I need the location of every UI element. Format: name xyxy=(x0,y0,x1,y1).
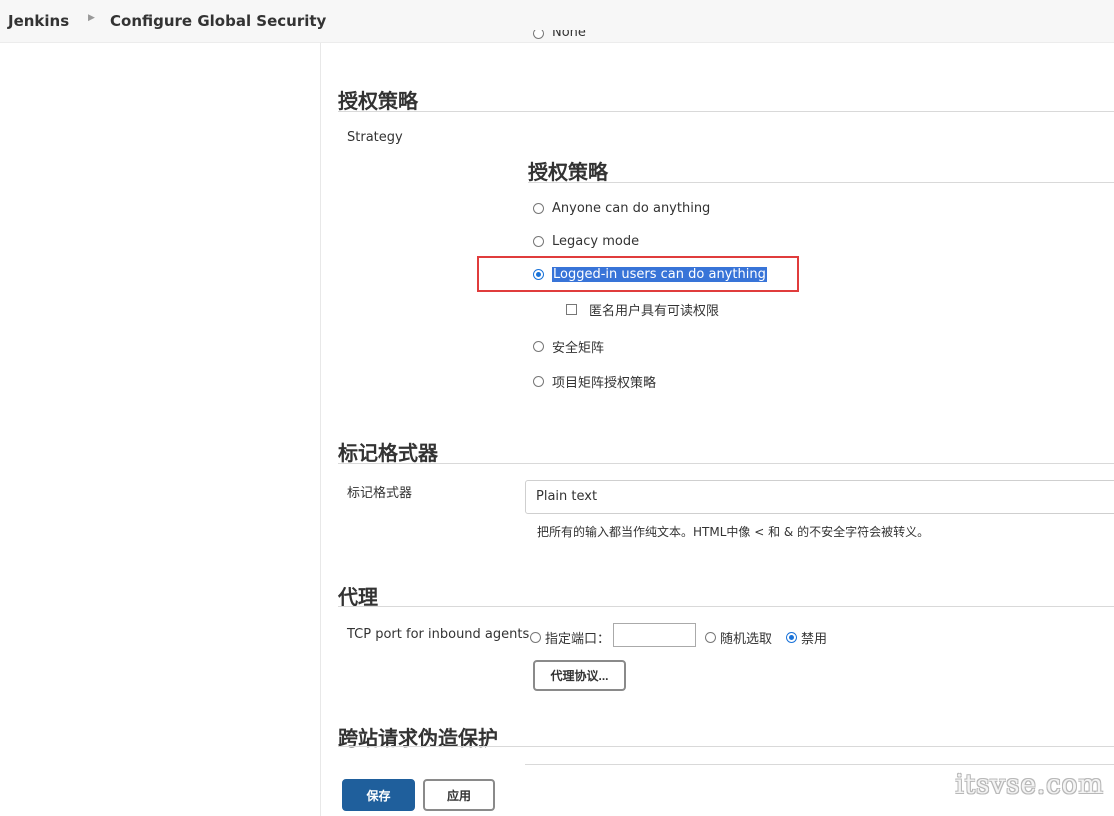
strategy-label: Strategy xyxy=(347,130,403,145)
authorization-inner-title: 授权策略 xyxy=(528,160,608,184)
tcp-port-fixed-option[interactable]: 指定端口： xyxy=(530,628,610,647)
radio-icon[interactable] xyxy=(533,376,544,387)
anonymous-read-checkbox-row[interactable]: 匿名用户具有可读权限 xyxy=(566,300,719,319)
radio-icon[interactable] xyxy=(533,236,544,247)
section-divider xyxy=(525,764,1114,765)
side-panel xyxy=(0,43,321,816)
agent-protocols-button[interactable]: 代理协议... xyxy=(533,660,626,691)
watermark-logo: itsvse.com xyxy=(955,770,1104,800)
markup-section-title: 标记格式器 xyxy=(338,441,438,465)
section-divider xyxy=(338,111,1114,112)
tcp-port-fixed-label: 指定端口： xyxy=(545,632,611,647)
auth-option-label: 安全矩阵 xyxy=(552,341,605,356)
breadcrumb-home-link[interactable]: Jenkins xyxy=(8,12,69,30)
markup-formatter-label: 标记格式器 xyxy=(347,486,413,501)
tcp-port-label: TCP port for inbound agents xyxy=(347,627,530,642)
radio-icon[interactable] xyxy=(533,341,544,352)
section-divider xyxy=(338,606,1114,607)
section-divider xyxy=(528,182,1114,183)
highlight-annotation xyxy=(477,256,799,292)
radio-icon[interactable] xyxy=(705,632,716,643)
auth-option-project-matrix[interactable]: 项目矩阵授权策略 xyxy=(533,372,656,391)
radio-icon[interactable] xyxy=(533,30,544,39)
apply-button[interactable]: 应用 xyxy=(423,779,495,811)
checkbox-icon[interactable] xyxy=(566,304,577,315)
tcp-port-random-option[interactable]: 随机选取 xyxy=(705,628,772,647)
breadcrumb-current[interactable]: Configure Global Security xyxy=(110,12,326,30)
section-divider xyxy=(338,746,1114,747)
auth-option-anyone[interactable]: Anyone can do anything xyxy=(533,201,710,216)
auth-option-label: Anyone can do anything xyxy=(552,201,711,216)
radio-icon[interactable] xyxy=(530,632,541,643)
auth-option-label: Legacy mode xyxy=(552,234,640,249)
tcp-port-random-label: 随机选取 xyxy=(720,632,773,647)
auth-option-matrix[interactable]: 安全矩阵 xyxy=(533,337,604,356)
markup-formatter-select[interactable]: Plain text xyxy=(525,480,1114,514)
radio-icon[interactable] xyxy=(533,203,544,214)
anonymous-read-label: 匿名用户具有可读权限 xyxy=(589,304,720,319)
tcp-port-disable-label: 禁用 xyxy=(801,632,828,647)
save-button[interactable]: 保存 xyxy=(342,779,415,811)
security-realm-option-none[interactable]: None xyxy=(533,30,586,44)
authorization-section-title: 授权策略 xyxy=(338,89,418,113)
tcp-port-input[interactable] xyxy=(613,623,696,647)
tcp-port-disable-option[interactable]: 禁用 xyxy=(786,628,827,647)
radio-selected-icon[interactable] xyxy=(786,632,797,643)
section-divider xyxy=(338,463,1114,464)
chevron-right-icon: ▶ xyxy=(88,13,95,23)
markup-description: 把所有的输入都当作纯文本。HTML中像 < 和 & 的不安全字符会被转义。 xyxy=(537,525,930,539)
auth-option-label: 项目矩阵授权策略 xyxy=(552,376,657,391)
auth-option-legacy[interactable]: Legacy mode xyxy=(533,234,639,249)
